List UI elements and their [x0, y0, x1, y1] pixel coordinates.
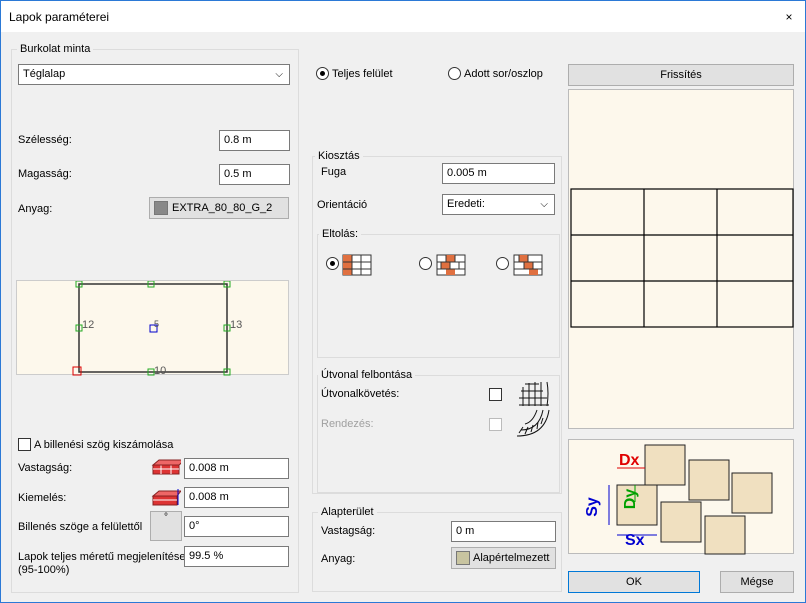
- display-percent-input[interactable]: 99.5 %: [184, 546, 289, 567]
- radio-row-column-label: Adott sor/oszlop: [464, 68, 543, 80]
- radio-full-surface-label: Teljes felület: [332, 68, 393, 80]
- arrange-label: Rendezés:: [321, 418, 374, 430]
- material-swatch-icon: [154, 201, 168, 215]
- offset-group: [317, 234, 560, 358]
- display-label-1: Lapok teljes méretű megjelenítése: [18, 551, 186, 563]
- radio-row-column[interactable]: [448, 67, 461, 80]
- route-follow-label: Útvonalkövetés:: [321, 388, 400, 400]
- window-title: Lapok paraméterei: [9, 10, 110, 24]
- cancel-button[interactable]: Mégse: [720, 571, 794, 593]
- preview-label-5: 5: [154, 319, 160, 329]
- close-icon[interactable]: ×: [781, 10, 797, 24]
- radio-full-surface[interactable]: [316, 67, 329, 80]
- pattern-select-value: Téglalap: [23, 68, 66, 80]
- tile-raise-icon: [151, 488, 183, 507]
- tile-preview: 12 5 13 10: [16, 280, 289, 377]
- raise-label: Kiemelés:: [18, 492, 67, 504]
- base-material-label: Anyag:: [321, 553, 356, 565]
- base-material-value: Alapértelmezett: [473, 552, 550, 564]
- preview-label-13: 13: [230, 319, 243, 331]
- offset-group-label: Eltolás:: [319, 228, 362, 240]
- tilt-angle-button[interactable]: °: [150, 511, 182, 541]
- tilt-checkbox-label: A billenési szög kiszámolása: [34, 439, 174, 451]
- thickness-input[interactable]: 0.008 m: [184, 458, 289, 479]
- orientation-select[interactable]: Eredeti: ⌵: [442, 194, 555, 215]
- height-label: Magasság:: [18, 168, 72, 180]
- refresh-button[interactable]: Frissítés: [568, 64, 794, 86]
- ok-button[interactable]: OK: [568, 571, 700, 593]
- chevron-down-icon: ⌵: [275, 69, 283, 80]
- joint-input[interactable]: 0.005 m: [442, 163, 555, 184]
- offset-radio-diagonal[interactable]: [496, 257, 509, 270]
- base-material-swatch-icon: [456, 551, 470, 565]
- material-value: EXTRA_80_80_G_2: [172, 202, 273, 214]
- base-group-label: Alapterület: [318, 506, 377, 518]
- base-material-button[interactable]: Alapértelmezett: [451, 547, 556, 569]
- tile-thickness-icon: [151, 459, 187, 476]
- title-bar: Lapok paraméterei ×: [1, 1, 805, 32]
- pattern-select[interactable]: Téglalap ⌵: [18, 64, 290, 85]
- route-arc-icon: [515, 408, 551, 438]
- route-grid-icon: [517, 379, 551, 407]
- route-follow-checkbox[interactable]: [489, 388, 502, 401]
- raise-input[interactable]: 0.008 m: [184, 487, 289, 508]
- offset-diagram: Dx Dy Sy Sx: [568, 439, 794, 555]
- tilt-checkbox[interactable]: [18, 438, 31, 451]
- tilt-angle-label: Billenés szöge a felülettől: [18, 521, 143, 533]
- offset-diagram-svg: [608, 444, 773, 555]
- degree-icon: °: [164, 512, 168, 523]
- width-label: Szélesség:: [18, 134, 72, 146]
- width-input[interactable]: 0.8 m: [219, 130, 290, 151]
- dy-label: Dy: [622, 488, 640, 510]
- dialog-window: Lapok paraméterei × Burkolat minta Tégla…: [0, 0, 806, 603]
- joint-label: Fuga: [321, 166, 347, 178]
- sx-label: Sx: [625, 532, 645, 549]
- display-label-2: (95-100%): [18, 564, 70, 576]
- arrange-checkbox[interactable]: [489, 418, 502, 431]
- preview-label-12: 12: [82, 319, 95, 331]
- base-thickness-input[interactable]: 0 m: [451, 521, 556, 542]
- chevron-down-icon: ⌵: [540, 199, 548, 210]
- base-thickness-label: Vastagság:: [321, 525, 376, 537]
- dx-label: Dx: [619, 452, 640, 469]
- offset-radio-none[interactable]: [326, 257, 339, 270]
- tile-grid-svg: [570, 188, 794, 328]
- thickness-label: Vastagság:: [18, 462, 73, 474]
- offset-radio-half[interactable]: [419, 257, 432, 270]
- layout-group-label: Kiosztás: [315, 150, 363, 162]
- tilt-angle-input[interactable]: 0°: [184, 516, 289, 537]
- material-button[interactable]: EXTRA_80_80_G_2: [149, 197, 289, 219]
- brick-no-offset-icon: [342, 254, 372, 276]
- brick-diagonal-offset-icon: [513, 254, 543, 276]
- height-input[interactable]: 0.5 m: [219, 164, 290, 185]
- orientation-label: Orientáció: [317, 199, 368, 211]
- tile-layout-preview: [568, 89, 794, 429]
- preview-label-10: 10: [154, 365, 167, 377]
- route-group-label: Útvonal felbontása: [318, 369, 416, 381]
- material-label: Anyag:: [18, 203, 53, 215]
- pattern-group-label: Burkolat minta: [17, 43, 94, 55]
- sy-label: Sy: [583, 497, 601, 517]
- orientation-select-value: Eredeti:: [447, 198, 485, 210]
- brick-half-offset-icon: [436, 254, 466, 276]
